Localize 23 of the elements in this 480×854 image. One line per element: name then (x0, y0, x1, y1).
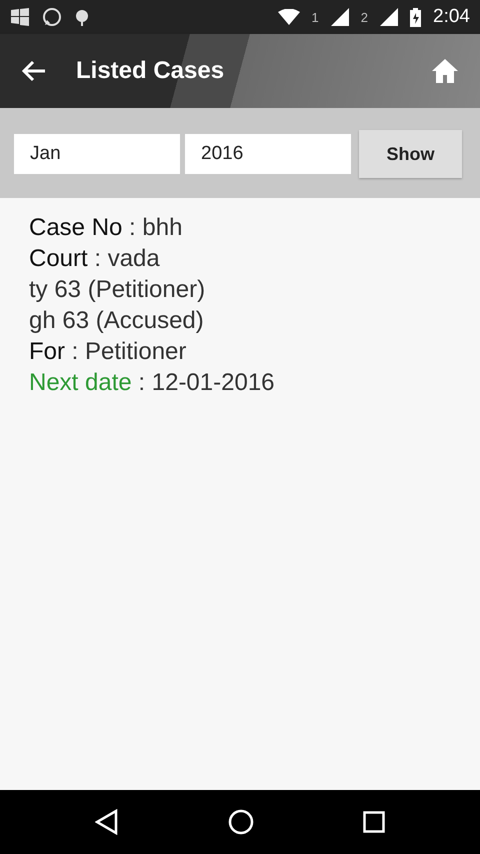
back-nav-icon[interactable] (94, 809, 119, 835)
sim-number: 2 (360, 10, 368, 24)
windows-icon (10, 7, 30, 27)
screen-title: Listed Cases (76, 57, 226, 85)
party-line: ty 63 (Petitioner) (29, 275, 206, 305)
clock-time: 2:04 (433, 6, 470, 28)
case-detail-line: Case No : bhh (29, 213, 184, 243)
party-line: gh 63 (Accused) (29, 306, 205, 336)
home-icon[interactable] (432, 59, 458, 83)
back-arrow-icon[interactable] (22, 60, 46, 82)
case-detail-line: Court : vada (29, 244, 161, 274)
home-nav-icon[interactable] (228, 809, 254, 835)
recents-nav-icon[interactable] (363, 811, 386, 833)
year-field[interactable]: 2016 (185, 134, 351, 174)
month-field[interactable]: Jan (14, 134, 180, 174)
show-button[interactable]: Show (359, 130, 462, 178)
case-detail-line: For : Petitioner (29, 337, 188, 367)
signal-icon (380, 8, 398, 26)
case-detail-line: Next date : 12-01-2016 (29, 368, 276, 398)
battery-icon (410, 8, 422, 26)
wifi-icon (278, 9, 300, 25)
signal-icon (330, 8, 349, 26)
sim-number: 1 (312, 10, 319, 24)
